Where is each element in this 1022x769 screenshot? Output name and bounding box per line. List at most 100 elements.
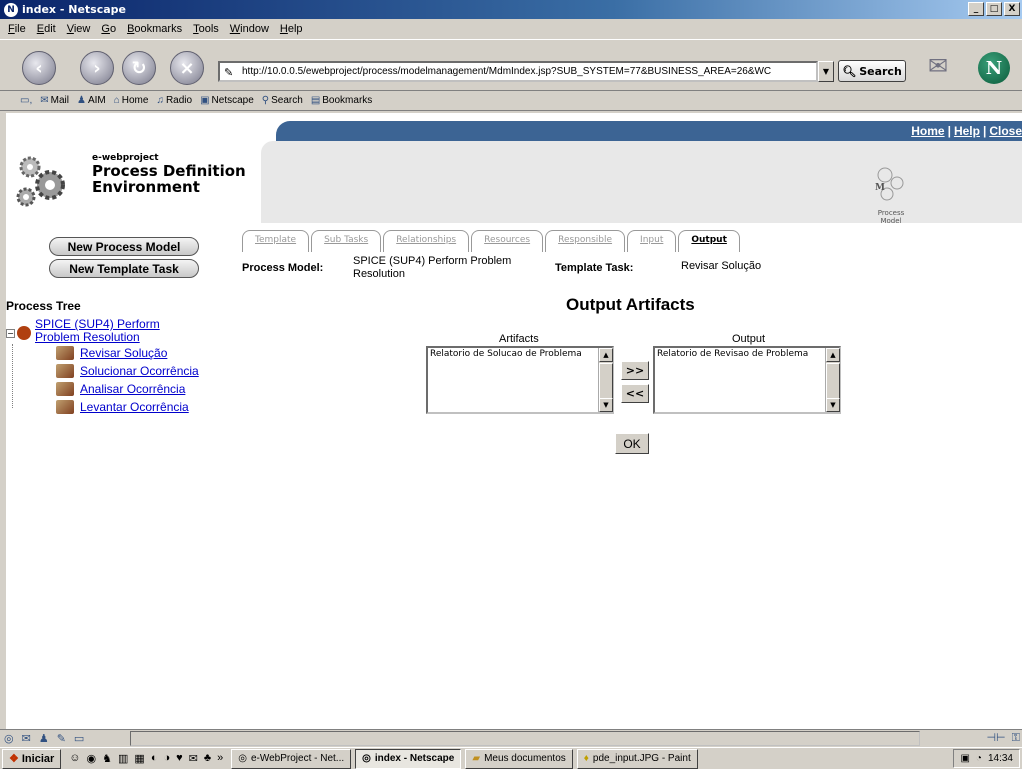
home-link[interactable]: ⌂ Home <box>114 95 149 106</box>
aim-icon: ♟ <box>76 95 86 106</box>
overflow-chevron-icon[interactable]: » <box>217 752 223 765</box>
scroll-thumb[interactable] <box>599 363 613 403</box>
tree-item-link[interactable]: Analisar Ocorrência <box>80 382 185 396</box>
artifacts-list-item[interactable]: Relatorio de Solucao de Problema <box>430 349 610 359</box>
close-button[interactable]: X <box>1004 2 1020 16</box>
quick-launch-icon[interactable]: ♥ <box>176 752 183 765</box>
tree-item[interactable]: Revisar Solução <box>56 346 167 360</box>
netscape-app-icon: N <box>4 2 18 17</box>
ok-button[interactable]: OK <box>615 433 649 454</box>
status-field <box>130 731 920 746</box>
tab-input[interactable]: Input <box>627 230 677 252</box>
radio-link[interactable]: ♫ Radio <box>156 95 192 106</box>
quick-launch-icon[interactable]: ▥ <box>118 752 128 765</box>
scroll-up-icon[interactable]: ▲ <box>826 348 840 362</box>
menu-go[interactable]: Go <box>101 23 116 35</box>
reload-icon[interactable]: ↻ <box>122 51 156 85</box>
minimize-button[interactable]: _ <box>968 2 984 16</box>
menu-view[interactable]: View <box>67 23 91 35</box>
tree-item[interactable]: Levantar Ocorrência <box>56 400 189 414</box>
tab-resources[interactable]: Resources <box>471 230 544 252</box>
window-title: index - Netscape <box>22 3 127 16</box>
netscape-logo-icon[interactable]: N <box>978 52 1010 84</box>
output-scrollbar[interactable]: ▲ ▼ <box>825 348 840 412</box>
home-top-link[interactable]: Home <box>911 124 944 138</box>
tray-icon[interactable]: ▣ <box>960 753 969 764</box>
add-to-output-button[interactable]: >> <box>621 361 649 380</box>
menu-file[interactable]: File <box>8 23 26 35</box>
quick-launch-icon[interactable]: ♞ <box>102 752 112 765</box>
tree-item-link[interactable]: Solucionar Ocorrência <box>80 364 199 378</box>
taskbar-item[interactable]: ♦ pde_input.JPG - Paint <box>576 748 698 769</box>
start-button[interactable]: ❖ Iniciar <box>2 748 62 769</box>
menu-edit[interactable]: Edit <box>37 23 56 35</box>
new-template-task-button[interactable]: New Template Task <box>49 259 199 278</box>
output-listbox[interactable]: Relatorio de Revisao de Problema ▲ ▼ <box>653 346 841 414</box>
search-link[interactable]: ⚲ Search <box>262 95 303 106</box>
aim-link[interactable]: ♟ AIM <box>77 95 106 106</box>
close-top-link[interactable]: Close <box>989 124 1022 138</box>
navigator-icon[interactable]: ◎ <box>4 732 14 745</box>
tab-strip: Template Sub Tasks Relationships Resourc… <box>242 230 740 252</box>
quick-launch-icon[interactable]: ♣ <box>204 752 211 765</box>
quick-launch-icon[interactable]: ◑ <box>163 752 170 765</box>
forward-icon[interactable]: › <box>80 51 114 85</box>
tab-relationships[interactable]: Relationships <box>383 230 470 252</box>
print-icon[interactable]: ✉ <box>928 52 968 84</box>
tree-root[interactable]: − SPICE (SUP4) Perform Problem Resolution <box>6 318 160 344</box>
tab-sub-tasks[interactable]: Sub Tasks <box>311 230 382 252</box>
new-process-model-button[interactable]: New Process Model <box>49 237 199 256</box>
scroll-thumb[interactable] <box>826 363 840 403</box>
process-gear-icon <box>17 326 31 340</box>
artifacts-scrollbar[interactable]: ▲ ▼ <box>598 348 613 412</box>
remove-from-output-button[interactable]: << <box>621 384 649 403</box>
help-top-link[interactable]: Help <box>954 124 980 138</box>
tab-output[interactable]: Output <box>678 230 740 252</box>
aim-icon[interactable]: ♟ <box>39 732 49 745</box>
collapse-icon[interactable]: − <box>6 329 15 338</box>
menu-bookmarks[interactable]: Bookmarks <box>127 23 182 35</box>
maximize-button[interactable]: □ <box>986 2 1002 16</box>
netscape-link[interactable]: ▣ Netscape <box>200 95 254 106</box>
menu-window[interactable]: Window <box>230 23 269 35</box>
search-button[interactable]: 🔍︎ Search <box>838 60 906 82</box>
tab-template[interactable]: Template <box>242 230 310 252</box>
tree-item-link[interactable]: Revisar Solução <box>80 346 167 360</box>
tab-responsible[interactable]: Responsible <box>545 230 626 252</box>
tree-item[interactable]: Solucionar Ocorrência <box>56 364 199 378</box>
start-label: Iniciar <box>21 752 55 765</box>
tree-item-link[interactable]: Levantar Ocorrência <box>80 400 189 414</box>
url-dropdown-icon[interactable]: ▼ <box>818 61 834 82</box>
tabs-icon[interactable]: ▭, <box>20 95 32 106</box>
output-list-item[interactable]: Relatorio de Revisao de Problema <box>657 349 837 359</box>
scroll-down-icon[interactable]: ▼ <box>826 398 840 412</box>
stop-icon[interactable]: × <box>170 51 204 85</box>
menu-help[interactable]: Help <box>280 23 303 35</box>
quick-launch-icon[interactable]: ▦ <box>134 752 144 765</box>
mail-link[interactable]: ✉ Mail <box>40 95 69 106</box>
menu-tools[interactable]: Tools <box>193 23 219 35</box>
mail-icon[interactable]: ✉ <box>22 732 31 745</box>
tray-icon[interactable]: ◔ <box>976 753 982 764</box>
quick-launch-icon[interactable]: ◉ <box>87 752 97 765</box>
task-icon <box>56 364 74 378</box>
taskbar-item-active[interactable]: ◎ index - Netscape <box>355 748 462 769</box>
tree-root-link[interactable]: SPICE (SUP4) Perform Problem Resolution <box>35 317 160 344</box>
address-book-icon[interactable]: ▭ <box>74 732 84 745</box>
scroll-up-icon[interactable]: ▲ <box>599 348 613 362</box>
scroll-down-icon[interactable]: ▼ <box>599 398 613 412</box>
quick-launch-icon[interactable]: ◐ <box>151 752 158 765</box>
composer-icon[interactable]: ✎ <box>57 732 66 745</box>
bookmarks-link[interactable]: ▤ Bookmarks <box>311 95 372 106</box>
artifacts-listbox[interactable]: Relatorio de Solucao de Problema ▲ ▼ <box>426 346 614 414</box>
url-field[interactable]: ✎ http://10.0.0.5/ewebproject/process/mo… <box>218 61 818 82</box>
folder-icon: ▰ <box>472 753 481 764</box>
back-icon[interactable]: ‹ <box>22 51 56 85</box>
taskbar-item[interactable]: ▰ Meus documentos <box>465 748 573 769</box>
quick-launch-icon[interactable]: ☺ <box>69 752 80 765</box>
quick-launch-icon[interactable]: ✉ <box>189 752 198 765</box>
security-lock-icon[interactable]: ⚿ <box>1012 731 1020 745</box>
tree-item[interactable]: Analisar Ocorrência <box>56 382 185 396</box>
taskbar-item[interactable]: ◎ e-WebProject - Net... <box>231 748 352 769</box>
template-task-label: Template Task: <box>555 262 634 274</box>
